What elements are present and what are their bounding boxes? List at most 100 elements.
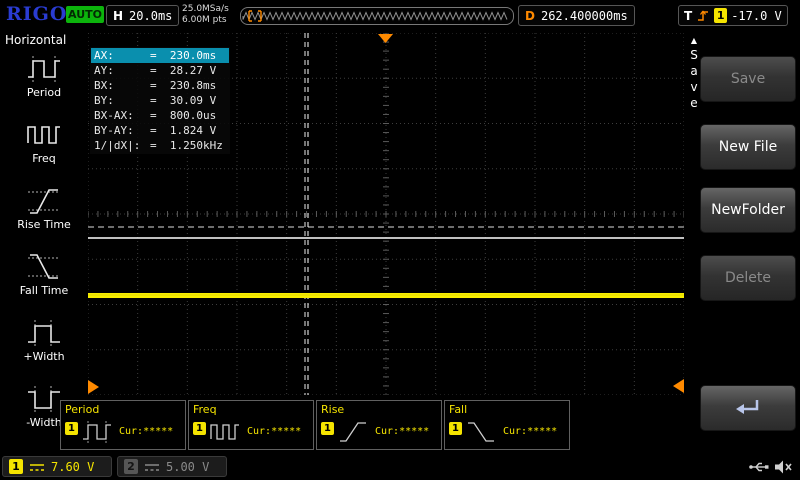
plus-width-icon bbox=[26, 318, 62, 348]
stat-cur: Cur:***** bbox=[503, 426, 557, 438]
stat-cur: Cur:***** bbox=[375, 426, 429, 438]
channel-1-scale: 7.60 V bbox=[51, 460, 94, 474]
delete-button[interactable]: Delete bbox=[700, 255, 796, 301]
cursor-row-label: BY: bbox=[94, 93, 150, 108]
speaker-muted-icon bbox=[774, 459, 794, 475]
channel-status-bar: 1 7.60 V 2 5.00 V bbox=[0, 455, 800, 480]
oscilloscope-screen: RIGOL AUTO H 20.0ms 25.0MSa/s 6.00M pts … bbox=[0, 0, 800, 480]
measurement-panel-rise[interactable]: Rise 1 Cur:***** Avg:***** Max:***** Min… bbox=[316, 400, 442, 450]
new-file-button[interactable]: New File bbox=[700, 124, 796, 170]
menu-tab: ▲ Save bbox=[687, 36, 701, 112]
cursor-row-label: BX: bbox=[94, 78, 150, 93]
channel-2-status[interactable]: 2 5.00 V bbox=[117, 456, 227, 477]
cursor-row-inv-dx: 1/|dX|: = 1.250kHz bbox=[91, 138, 229, 153]
ch1-trace-texture bbox=[88, 295, 684, 296]
sidebar-item-label: +Width bbox=[23, 350, 64, 363]
measurement-panel-fall[interactable]: Fall 1 Cur:***** Avg:***** Max:***** Min… bbox=[444, 400, 570, 450]
freq-icon bbox=[26, 120, 62, 150]
cursor-row-label: AY: bbox=[94, 63, 150, 78]
channel-1-badge: 1 bbox=[9, 459, 23, 474]
cursor-row-by: BY: = 30.09 V bbox=[91, 93, 229, 108]
menu-title: Save bbox=[687, 48, 701, 112]
horizontal-timebase-box: H 20.0ms bbox=[106, 5, 179, 26]
memory-depth: 6.00M pts bbox=[182, 15, 229, 26]
fall-icon bbox=[466, 420, 496, 444]
top-status-bar: RIGOL AUTO H 20.0ms 25.0MSa/s 6.00M pts … bbox=[0, 0, 800, 30]
sidebar-item-label: Rise Time bbox=[17, 218, 71, 231]
cursor-row-bx-ax: BX-AX: = 800.0us bbox=[91, 108, 229, 123]
menu-page-up-icon: ▲ bbox=[691, 36, 697, 46]
waveform-position-bar[interactable] bbox=[240, 7, 514, 25]
channel-badge: 1 bbox=[193, 422, 206, 435]
trigger-source-badge: 1 bbox=[714, 8, 727, 23]
dc-coupling-icon bbox=[29, 462, 45, 472]
cursor-row-by-ay: BY-AY: = 1.824 V bbox=[91, 123, 229, 138]
cursor-row-label: BX-AX: bbox=[94, 108, 150, 123]
rising-edge-slope-icon bbox=[696, 8, 710, 23]
enter-back-button[interactable] bbox=[700, 385, 796, 431]
measurement-name: Rise bbox=[321, 403, 344, 416]
sidebar-item-label: Freq bbox=[32, 152, 56, 165]
dc-coupling-icon bbox=[144, 462, 160, 472]
cursor-row-label: AX: bbox=[94, 48, 150, 63]
cursor-row-label: BY-AY: bbox=[94, 123, 150, 138]
rise-time-icon bbox=[26, 186, 62, 216]
waveform-display: AX: = 230.0ms AY: = 28.27 V BX: = 230.8m… bbox=[88, 33, 684, 395]
memory-waveform-icon bbox=[241, 9, 511, 23]
measurement-panel-period[interactable]: Period 1 Cur:***** Avg:***** Max:***** M… bbox=[60, 400, 186, 450]
trigger-label: T bbox=[684, 9, 692, 23]
measure-sidebar: Horizontal Period Freq Rise Time bbox=[0, 30, 88, 455]
measurement-name: Freq bbox=[193, 403, 217, 416]
new-folder-button[interactable]: NewFolder bbox=[700, 187, 796, 233]
sample-rate: 25.0MSa/s bbox=[182, 4, 229, 15]
usb-icon bbox=[748, 459, 770, 475]
save-button[interactable]: Save bbox=[700, 56, 796, 102]
period-icon bbox=[26, 54, 62, 84]
sidebar-title: Horizontal bbox=[0, 30, 88, 50]
rise-icon bbox=[338, 420, 368, 444]
measurement-name: Period bbox=[65, 403, 99, 416]
sidebar-item-pos-width[interactable]: +Width bbox=[0, 314, 88, 380]
trigger-box: T 1 -17.0 V bbox=[678, 5, 788, 26]
delay-value: 262.400000ms bbox=[541, 9, 628, 23]
timebase-value: 20.0ms bbox=[129, 9, 172, 23]
sidebar-item-label: Fall Time bbox=[20, 284, 69, 297]
cursor-row-value: = 230.0ms bbox=[150, 48, 216, 63]
fall-time-icon bbox=[26, 252, 62, 282]
measurement-row: Period 1 Cur:***** Avg:***** Max:***** M… bbox=[60, 400, 570, 450]
cursor-row-value: = 1.824 V bbox=[150, 123, 216, 138]
channel-1-status[interactable]: 1 7.60 V bbox=[2, 456, 112, 477]
horizontal-label: H bbox=[113, 9, 123, 23]
cursor-row-value: = 230.8ms bbox=[150, 78, 216, 93]
stat-cur: Cur:***** bbox=[247, 426, 301, 438]
cursor-row-bx: BX: = 230.8ms bbox=[91, 78, 229, 93]
sidebar-item-fall-time[interactable]: Fall Time bbox=[0, 248, 88, 314]
cursor-row-value: = 800.0us bbox=[150, 108, 216, 123]
channel-2-badge: 2 bbox=[124, 459, 138, 474]
sidebar-item-label: -Width bbox=[26, 416, 61, 429]
cursor-row-value: = 30.09 V bbox=[150, 93, 216, 108]
stat-cur: Cur:***** bbox=[119, 426, 173, 438]
channel-badge: 1 bbox=[449, 422, 462, 435]
cursor-row-label: 1/|dX|: bbox=[94, 138, 150, 153]
save-soft-menu: ▲ Save Save New File NewFolder Delete bbox=[684, 30, 800, 480]
trigger-level-marker-right[interactable] bbox=[673, 379, 684, 393]
sidebar-item-rise-time[interactable]: Rise Time bbox=[0, 182, 88, 248]
channel-badge: 1 bbox=[65, 422, 78, 435]
delay-label: D bbox=[525, 9, 535, 23]
trigger-position-marker[interactable] bbox=[378, 34, 393, 43]
minus-width-icon bbox=[26, 384, 62, 414]
delay-marker-left[interactable] bbox=[88, 380, 99, 394]
cursor-row-ay: AY: = 28.27 V bbox=[91, 63, 229, 78]
channel-badge: 1 bbox=[321, 422, 334, 435]
channel-2-scale: 5.00 V bbox=[166, 460, 209, 474]
run-mode-badge: AUTO bbox=[66, 6, 104, 23]
sidebar-item-period[interactable]: Period bbox=[0, 50, 88, 116]
measurement-panel-freq[interactable]: Freq 1 Cur:***** Avg:***** Max:***** Min… bbox=[188, 400, 314, 450]
cursor-row-value: = 1.250kHz bbox=[150, 138, 223, 153]
delay-box: D 262.400000ms bbox=[518, 5, 635, 26]
cursor-readout-panel: AX: = 230.0ms AY: = 28.27 V BX: = 230.8m… bbox=[90, 47, 230, 154]
freq-icon bbox=[210, 420, 240, 444]
sidebar-item-freq[interactable]: Freq bbox=[0, 116, 88, 182]
return-arrow-icon bbox=[732, 396, 764, 420]
